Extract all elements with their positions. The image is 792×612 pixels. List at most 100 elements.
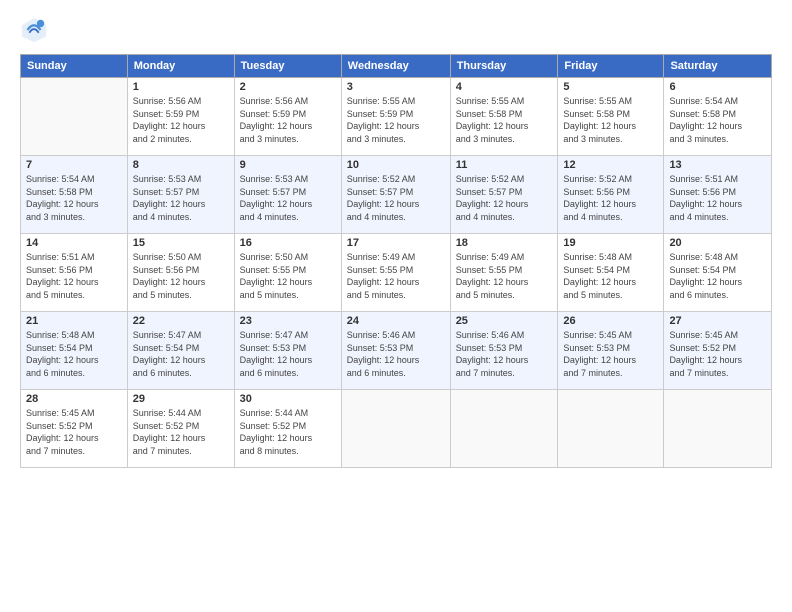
day-info: Sunrise: 5:52 AM Sunset: 5:57 PM Dayligh… bbox=[456, 173, 553, 223]
calendar-day-cell bbox=[450, 390, 558, 468]
day-number: 2 bbox=[240, 81, 336, 93]
day-info: Sunrise: 5:47 AM Sunset: 5:53 PM Dayligh… bbox=[240, 329, 336, 379]
day-info: Sunrise: 5:44 AM Sunset: 5:52 PM Dayligh… bbox=[133, 407, 229, 457]
day-number: 20 bbox=[669, 237, 766, 249]
day-info: Sunrise: 5:45 AM Sunset: 5:52 PM Dayligh… bbox=[26, 407, 122, 457]
day-info: Sunrise: 5:46 AM Sunset: 5:53 PM Dayligh… bbox=[347, 329, 445, 379]
day-info: Sunrise: 5:49 AM Sunset: 5:55 PM Dayligh… bbox=[347, 251, 445, 301]
calendar-table: SundayMondayTuesdayWednesdayThursdayFrid… bbox=[20, 54, 772, 468]
day-info: Sunrise: 5:54 AM Sunset: 5:58 PM Dayligh… bbox=[669, 95, 766, 145]
day-number: 4 bbox=[456, 81, 553, 93]
calendar-day-cell: 14Sunrise: 5:51 AM Sunset: 5:56 PM Dayli… bbox=[21, 234, 128, 312]
day-info: Sunrise: 5:55 AM Sunset: 5:58 PM Dayligh… bbox=[563, 95, 658, 145]
calendar-day-cell: 18 Sunrise: 5:49 AM Sunset: 5:55 PM Dayli… bbox=[450, 234, 558, 312]
day-of-week-header: Saturday bbox=[664, 55, 772, 78]
day-number: 1 bbox=[133, 81, 229, 93]
day-of-week-header: Tuesday bbox=[234, 55, 341, 78]
calendar-day-cell: 2 Sunrise: 5:56 AM Sunset: 5:59 PM Daylig… bbox=[234, 78, 341, 156]
day-info: Sunrise: 5:51 AM Sunset: 5:56 PM Dayligh… bbox=[26, 251, 122, 301]
day-number: 21 bbox=[26, 315, 122, 327]
calendar-day-cell: 10Sunrise: 5:52 AM Sunset: 5:57 PM Dayli… bbox=[341, 156, 450, 234]
calendar-day-cell: 11 Sunrise: 5:52 AM Sunset: 5:57 PM Dayli… bbox=[450, 156, 558, 234]
day-info: Sunrise: 5:45 AM Sunset: 5:53 PM Dayligh… bbox=[563, 329, 658, 379]
day-number: 12 bbox=[563, 159, 658, 171]
day-number: 17 bbox=[347, 237, 445, 249]
day-number: 23 bbox=[240, 315, 336, 327]
calendar-day-cell: 15Sunrise: 5:50 AM Sunset: 5:56 PM Dayli… bbox=[127, 234, 234, 312]
day-number: 26 bbox=[563, 315, 658, 327]
logo-icon bbox=[20, 16, 48, 44]
day-number: 8 bbox=[133, 159, 229, 171]
day-info: Sunrise: 5:49 AM Sunset: 5:55 PM Dayligh… bbox=[456, 251, 553, 301]
calendar-day-cell: 6Sunrise: 5:54 AM Sunset: 5:58 PM Daylig… bbox=[664, 78, 772, 156]
day-info: Sunrise: 5:54 AM Sunset: 5:58 PM Dayligh… bbox=[26, 173, 122, 223]
calendar-day-cell: 28 Sunrise: 5:45 AM Sunset: 5:52 PM Dayli… bbox=[21, 390, 128, 468]
day-number: 28 bbox=[26, 393, 122, 405]
calendar-day-cell: 9 Sunrise: 5:53 AM Sunset: 5:57 PM Daylig… bbox=[234, 156, 341, 234]
day-number: 29 bbox=[133, 393, 229, 405]
day-info: Sunrise: 5:55 AM Sunset: 5:59 PM Dayligh… bbox=[347, 95, 445, 145]
day-number: 5 bbox=[563, 81, 658, 93]
day-of-week-header: Sunday bbox=[21, 55, 128, 78]
day-info: Sunrise: 5:45 AM Sunset: 5:52 PM Dayligh… bbox=[669, 329, 766, 379]
calendar-day-cell: 7 Sunrise: 5:54 AM Sunset: 5:58 PM Daylig… bbox=[21, 156, 128, 234]
day-of-week-header: Wednesday bbox=[341, 55, 450, 78]
day-number: 9 bbox=[240, 159, 336, 171]
calendar-week-row: 1 Sunrise: 5:56 AM Sunset: 5:59 PM Daylig… bbox=[21, 78, 772, 156]
day-of-week-header: Friday bbox=[558, 55, 664, 78]
day-of-week-header: Thursday bbox=[450, 55, 558, 78]
calendar-day-cell: 26 Sunrise: 5:45 AM Sunset: 5:53 PM Dayli… bbox=[558, 312, 664, 390]
calendar-day-cell: 22 Sunrise: 5:47 AM Sunset: 5:54 PM Dayli… bbox=[127, 312, 234, 390]
day-info: Sunrise: 5:56 AM Sunset: 5:59 PM Dayligh… bbox=[133, 95, 229, 145]
day-number: 7 bbox=[26, 159, 122, 171]
calendar-week-row: 21 Sunrise: 5:48 AM Sunset: 5:54 PM Dayli… bbox=[21, 312, 772, 390]
calendar-week-row: 28 Sunrise: 5:45 AM Sunset: 5:52 PM Dayli… bbox=[21, 390, 772, 468]
day-number: 10 bbox=[347, 159, 445, 171]
header bbox=[20, 16, 772, 44]
calendar-week-row: 14Sunrise: 5:51 AM Sunset: 5:56 PM Dayli… bbox=[21, 234, 772, 312]
calendar-day-cell: 4 Sunrise: 5:55 AM Sunset: 5:58 PM Daylig… bbox=[450, 78, 558, 156]
calendar-day-cell: 13 Sunrise: 5:51 AM Sunset: 5:56 PM Dayli… bbox=[664, 156, 772, 234]
calendar-day-cell: 27 Sunrise: 5:45 AM Sunset: 5:52 PM Dayli… bbox=[664, 312, 772, 390]
day-info: Sunrise: 5:46 AM Sunset: 5:53 PM Dayligh… bbox=[456, 329, 553, 379]
day-info: Sunrise: 5:55 AM Sunset: 5:58 PM Dayligh… bbox=[456, 95, 553, 145]
day-info: Sunrise: 5:51 AM Sunset: 5:56 PM Dayligh… bbox=[669, 173, 766, 223]
calendar-day-cell: 3 Sunrise: 5:55 AM Sunset: 5:59 PM Daylig… bbox=[341, 78, 450, 156]
day-number: 18 bbox=[456, 237, 553, 249]
page: SundayMondayTuesdayWednesdayThursdayFrid… bbox=[0, 0, 792, 612]
calendar-day-cell: 21 Sunrise: 5:48 AM Sunset: 5:54 PM Dayli… bbox=[21, 312, 128, 390]
calendar-day-cell: 12 Sunrise: 5:52 AM Sunset: 5:56 PM Dayli… bbox=[558, 156, 664, 234]
day-info: Sunrise: 5:50 AM Sunset: 5:56 PM Dayligh… bbox=[133, 251, 229, 301]
day-number: 16 bbox=[240, 237, 336, 249]
day-number: 22 bbox=[133, 315, 229, 327]
calendar-day-cell: 29 Sunrise: 5:44 AM Sunset: 5:52 PM Dayli… bbox=[127, 390, 234, 468]
calendar-day-cell bbox=[664, 390, 772, 468]
logo bbox=[20, 16, 52, 44]
day-info: Sunrise: 5:52 AM Sunset: 5:56 PM Dayligh… bbox=[563, 173, 658, 223]
day-number: 19 bbox=[563, 237, 658, 249]
calendar-day-cell bbox=[341, 390, 450, 468]
day-info: Sunrise: 5:48 AM Sunset: 5:54 PM Dayligh… bbox=[669, 251, 766, 301]
calendar-day-cell: 25 Sunrise: 5:46 AM Sunset: 5:53 PM Dayli… bbox=[450, 312, 558, 390]
day-info: Sunrise: 5:53 AM Sunset: 5:57 PM Dayligh… bbox=[240, 173, 336, 223]
calendar-day-cell: 23 Sunrise: 5:47 AM Sunset: 5:53 PM Dayli… bbox=[234, 312, 341, 390]
calendar-day-cell: 8Sunrise: 5:53 AM Sunset: 5:57 PM Daylig… bbox=[127, 156, 234, 234]
day-info: Sunrise: 5:47 AM Sunset: 5:54 PM Dayligh… bbox=[133, 329, 229, 379]
day-info: Sunrise: 5:50 AM Sunset: 5:55 PM Dayligh… bbox=[240, 251, 336, 301]
day-number: 3 bbox=[347, 81, 445, 93]
day-number: 24 bbox=[347, 315, 445, 327]
day-number: 13 bbox=[669, 159, 766, 171]
day-number: 25 bbox=[456, 315, 553, 327]
day-info: Sunrise: 5:48 AM Sunset: 5:54 PM Dayligh… bbox=[26, 329, 122, 379]
calendar-week-row: 7 Sunrise: 5:54 AM Sunset: 5:58 PM Daylig… bbox=[21, 156, 772, 234]
day-number: 11 bbox=[456, 159, 553, 171]
calendar-day-cell: 20 Sunrise: 5:48 AM Sunset: 5:54 PM Dayli… bbox=[664, 234, 772, 312]
day-info: Sunrise: 5:56 AM Sunset: 5:59 PM Dayligh… bbox=[240, 95, 336, 145]
day-of-week-header: Monday bbox=[127, 55, 234, 78]
calendar-day-cell: 5 Sunrise: 5:55 AM Sunset: 5:58 PM Daylig… bbox=[558, 78, 664, 156]
calendar-day-cell: 24 Sunrise: 5:46 AM Sunset: 5:53 PM Dayli… bbox=[341, 312, 450, 390]
day-number: 27 bbox=[669, 315, 766, 327]
day-number: 30 bbox=[240, 393, 336, 405]
calendar-day-cell bbox=[558, 390, 664, 468]
calendar-day-cell: 1 Sunrise: 5:56 AM Sunset: 5:59 PM Daylig… bbox=[127, 78, 234, 156]
